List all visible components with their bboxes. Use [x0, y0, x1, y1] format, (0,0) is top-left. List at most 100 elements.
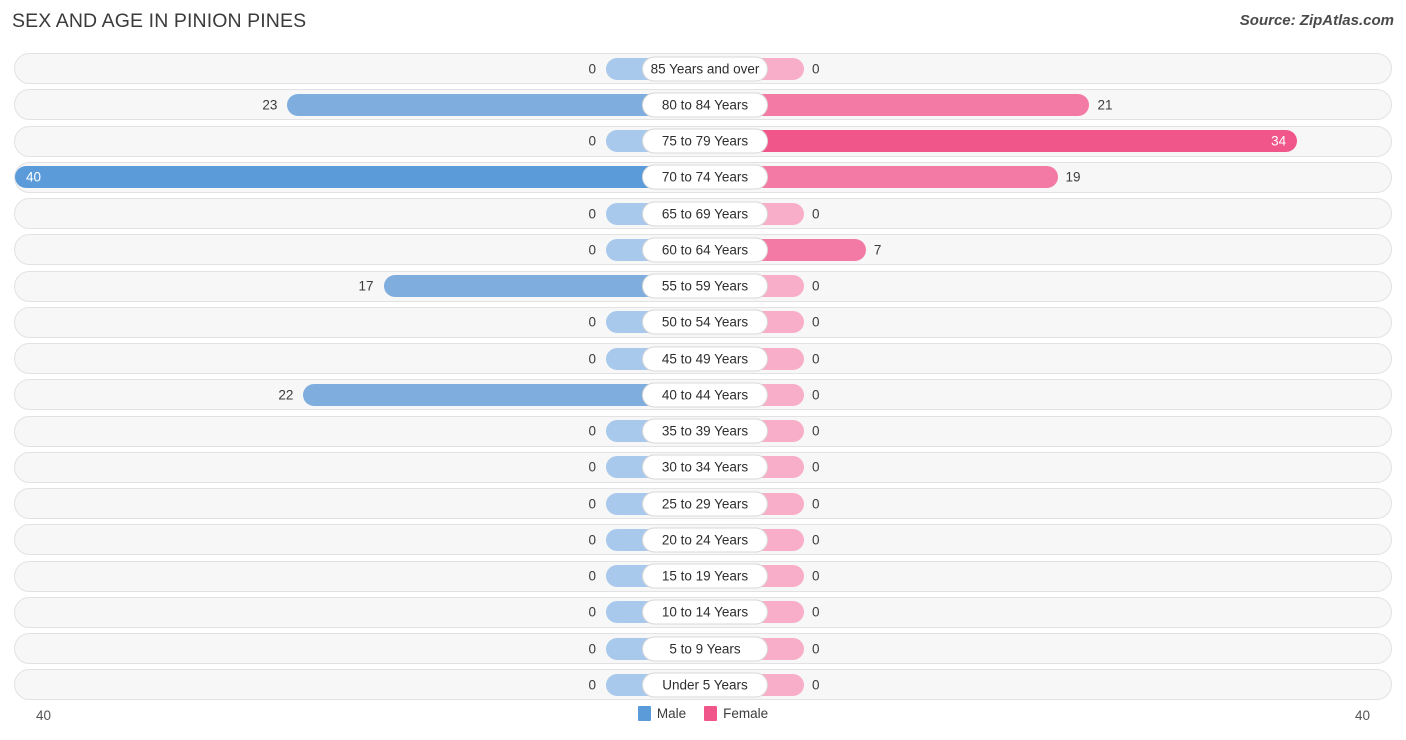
row-inner: 17 0 55 to 59 Years [15, 272, 1391, 301]
age-group-label: 20 to 24 Years [642, 527, 768, 553]
page-title: SEX AND AGE IN PINION PINES [12, 10, 307, 32]
chart-legend: Male Female [0, 706, 1406, 721]
source-attribution: Source: ZipAtlas.com [1239, 12, 1394, 29]
row-inner: 0 7 60 to 64 Years [15, 235, 1391, 264]
table-row[interactable]: 0 0 85 Years and over [14, 53, 1392, 84]
value-label-female: 0 [812, 641, 820, 656]
age-group-label: 55 to 59 Years [642, 273, 768, 299]
value-label-male: 0 [588, 459, 596, 475]
table-row[interactable]: 0 34 75 to 79 Years [14, 125, 1392, 157]
value-label-female: 0 [812, 496, 820, 511]
value-label-female: 0 [812, 532, 820, 548]
value-label-female: 0 [812, 314, 820, 330]
age-group-label: 30 to 34 Years [642, 454, 768, 480]
value-label-male: 0 [588, 641, 596, 656]
table-row[interactable]: 0 0 50 to 54 Years [14, 306, 1392, 338]
row-inner: 0 0 45 to 49 Years [15, 344, 1391, 373]
row-inner: 0 0 5 to 9 Years [15, 634, 1391, 663]
legend-item-female[interactable]: Female [704, 706, 768, 721]
value-label-male: 0 [588, 314, 596, 330]
value-label-female: 0 [812, 568, 820, 584]
row-inner: 0 0 35 to 39 Years [15, 417, 1391, 446]
value-label-female: 0 [812, 459, 820, 475]
value-label-male: 22 [278, 387, 294, 403]
value-label-male: 0 [588, 496, 596, 511]
bar-female[interactable] [754, 238, 866, 261]
table-row[interactable]: 0 0 15 to 19 Years [14, 560, 1392, 592]
age-group-label: 65 to 69 Years [642, 201, 768, 226]
row-inner: 40 19 70 to 74 Years [15, 163, 1391, 192]
value-label-female: 0 [812, 604, 820, 620]
legend-swatch-female-icon [704, 706, 718, 721]
age-group-label: 60 to 64 Years [642, 237, 768, 263]
age-group-label: 45 to 49 Years [642, 346, 768, 371]
value-label-male: 0 [588, 133, 596, 149]
value-label-male: 0 [588, 423, 596, 439]
row-inner: 0 0 25 to 29 Years [15, 489, 1391, 518]
age-group-label: 10 to 14 Years [642, 599, 768, 625]
age-group-label: 85 Years and over [642, 56, 768, 81]
age-group-label: 5 to 9 Years [642, 636, 768, 661]
value-label-male: 0 [588, 532, 596, 548]
age-group-label: 50 to 54 Years [642, 309, 768, 335]
row-inner: 22 0 40 to 44 Years [15, 380, 1391, 409]
bar-female[interactable] [754, 130, 1298, 152]
age-group-label: Under 5 Years [642, 672, 768, 698]
table-row[interactable]: 0 0 35 to 39 Years [14, 415, 1392, 447]
table-row[interactable]: 0 0 5 to 9 Years [14, 633, 1392, 664]
age-group-label: 25 to 29 Years [642, 491, 768, 516]
value-label-female: 34 [1271, 133, 1287, 149]
row-inner: 0 0 85 Years and over [15, 54, 1391, 83]
value-label-male: 0 [588, 206, 596, 221]
legend-label-female: Female [723, 706, 769, 721]
value-label-female: 0 [812, 351, 820, 366]
bar-female[interactable] [754, 166, 1058, 189]
row-inner: 0 0 20 to 24 Years [15, 525, 1391, 554]
row-inner: 0 0 65 to 69 Years [15, 199, 1391, 228]
row-inner: 23 21 80 to 84 Years [15, 90, 1391, 119]
population-pyramid-chart: SEX AND AGE IN PINION PINES Source: ZipA… [0, 0, 1406, 740]
value-label-female: 0 [812, 387, 820, 403]
value-label-male: 40 [26, 169, 42, 185]
row-inner: 0 0 Under 5 Years [15, 670, 1391, 699]
row-inner: 0 0 50 to 54 Years [15, 308, 1391, 337]
bar-male[interactable] [287, 93, 656, 116]
age-group-label: 80 to 84 Years [642, 92, 768, 118]
table-row[interactable]: 0 0 25 to 29 Years [14, 488, 1392, 519]
table-row[interactable]: 0 7 60 to 64 Years [14, 234, 1392, 266]
table-row[interactable]: 0 0 10 to 14 Years [14, 596, 1392, 628]
legend-label-male: Male [656, 706, 687, 721]
value-label-male: 17 [358, 278, 374, 294]
value-label-male: 23 [262, 97, 278, 113]
value-label-female: 0 [812, 423, 820, 439]
value-label-female: 0 [812, 278, 820, 294]
legend-swatch-male-icon [637, 706, 651, 721]
legend-item-male[interactable]: Male [637, 706, 687, 721]
value-label-male: 0 [588, 677, 596, 693]
table-row[interactable]: 0 0 65 to 69 Years [14, 198, 1392, 229]
value-label-male: 0 [588, 604, 596, 620]
table-row[interactable]: 0 0 20 to 24 Years [14, 524, 1392, 556]
table-row[interactable]: 40 19 70 to 74 Years [14, 161, 1392, 193]
table-row[interactable]: 0 0 30 to 34 Years [14, 451, 1392, 483]
age-group-label: 70 to 74 Years [642, 164, 768, 190]
table-row[interactable]: 23 21 80 to 84 Years [14, 89, 1392, 121]
row-inner: 0 0 10 to 14 Years [15, 598, 1391, 627]
age-group-label: 40 to 44 Years [642, 382, 768, 408]
table-row[interactable]: 0 0 45 to 49 Years [14, 343, 1392, 374]
row-inner: 0 34 75 to 79 Years [15, 127, 1391, 156]
bar-male[interactable] [15, 166, 656, 189]
age-group-label: 35 to 39 Years [642, 418, 768, 444]
table-row[interactable]: 22 0 40 to 44 Years [14, 379, 1392, 411]
value-label-female: 0 [812, 61, 820, 76]
table-row[interactable]: 17 0 55 to 59 Years [14, 270, 1392, 302]
row-inner: 0 0 15 to 19 Years [15, 562, 1391, 591]
table-row[interactable]: 0 0 Under 5 Years [14, 669, 1392, 701]
value-label-female: 21 [1097, 97, 1113, 113]
bar-male[interactable] [303, 383, 656, 406]
value-label-male: 0 [588, 61, 596, 76]
value-label-male: 0 [588, 568, 596, 584]
value-label-male: 0 [588, 351, 596, 366]
bar-male[interactable] [383, 275, 656, 297]
bar-female[interactable] [754, 93, 1090, 116]
